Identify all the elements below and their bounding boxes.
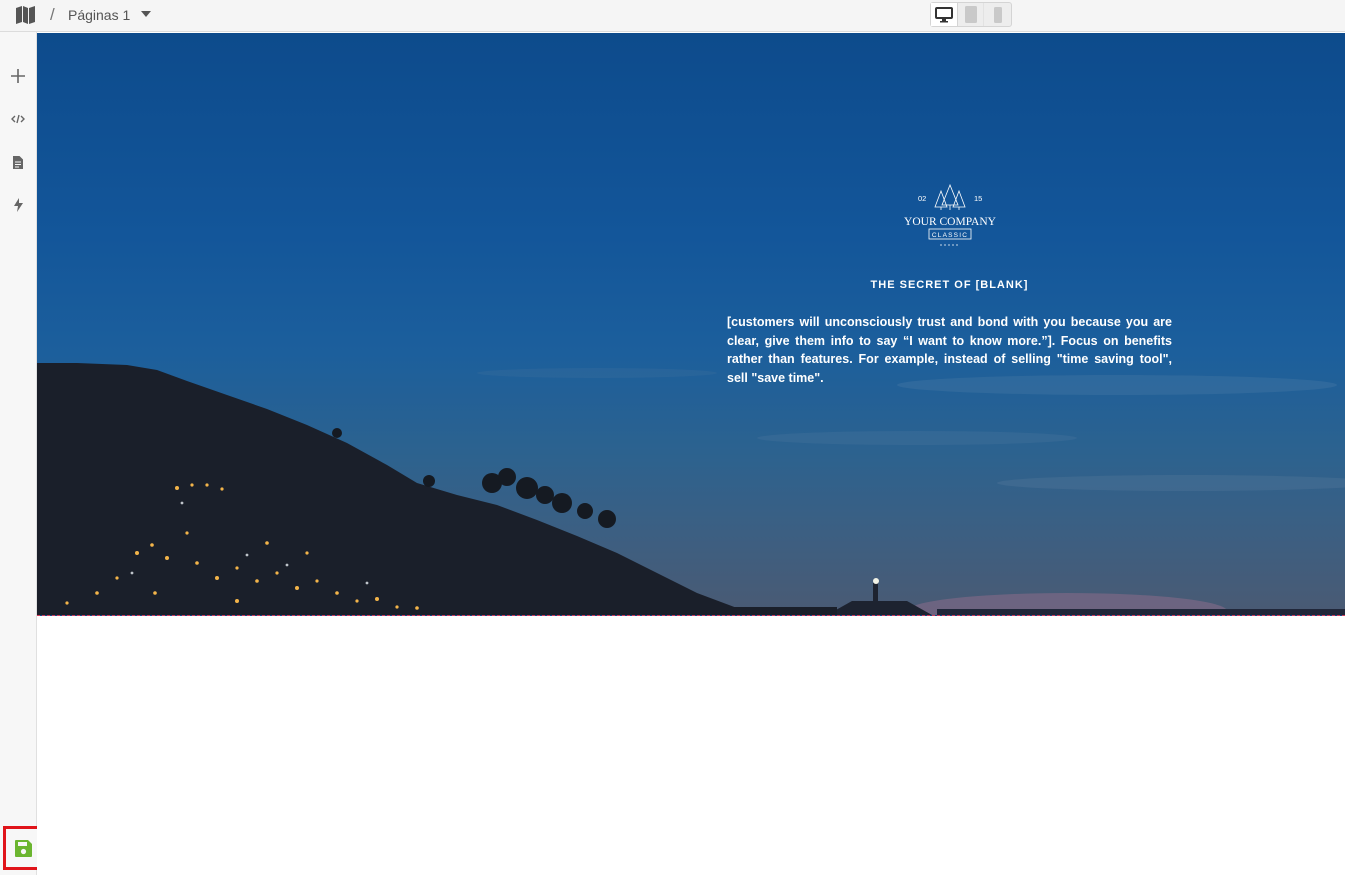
mobile-icon <box>993 6 1002 23</box>
top-bar: / Páginas 1 <box>0 0 1345 32</box>
logo-right-number: 15 <box>974 194 982 203</box>
code-view-button[interactable] <box>9 110 27 128</box>
desktop-icon <box>934 6 953 22</box>
mobile-view-button[interactable] <box>984 3 1011 26</box>
tablet-view-button[interactable] <box>958 3 985 26</box>
chevron-down-icon[interactable] <box>141 11 151 17</box>
plus-icon <box>11 69 25 83</box>
left-sidebar <box>0 32 37 875</box>
logo-company-name: YOUR COMPANY <box>904 216 997 228</box>
hero-body-text[interactable]: [customers will unconsciously trust and … <box>727 313 1172 387</box>
hero-section[interactable]: 02 15 YOUR COMPANY CLASSIC THE SECRET OF… <box>37 33 1345 616</box>
tablet-icon <box>964 6 977 23</box>
code-icon <box>11 114 25 124</box>
logo-left-number: 02 <box>918 194 926 203</box>
file-icon <box>13 155 23 169</box>
actions-button[interactable] <box>9 196 27 214</box>
add-block-button[interactable] <box>9 67 27 85</box>
pages-button[interactable] <box>9 153 27 171</box>
tree-icon <box>933 183 966 210</box>
desktop-view-button[interactable] <box>931 3 958 26</box>
editor-canvas: 02 15 YOUR COMPANY CLASSIC THE SECRET OF… <box>37 33 1345 875</box>
map-icon[interactable] <box>15 5 36 25</box>
device-switcher <box>930 2 1012 27</box>
company-logo[interactable]: 02 15 YOUR COMPANY CLASSIC <box>890 183 1010 249</box>
page-selector[interactable]: Páginas 1 <box>68 7 130 23</box>
save-icon <box>14 839 32 857</box>
hero-heading[interactable]: THE SECRET OF [BLANK] <box>727 279 1172 291</box>
logo-tagline: CLASSIC <box>931 232 967 239</box>
breadcrumb-separator: / <box>50 5 55 24</box>
hero-content: 02 15 YOUR COMPANY CLASSIC THE SECRET OF… <box>727 183 1172 387</box>
bolt-icon <box>13 198 23 212</box>
